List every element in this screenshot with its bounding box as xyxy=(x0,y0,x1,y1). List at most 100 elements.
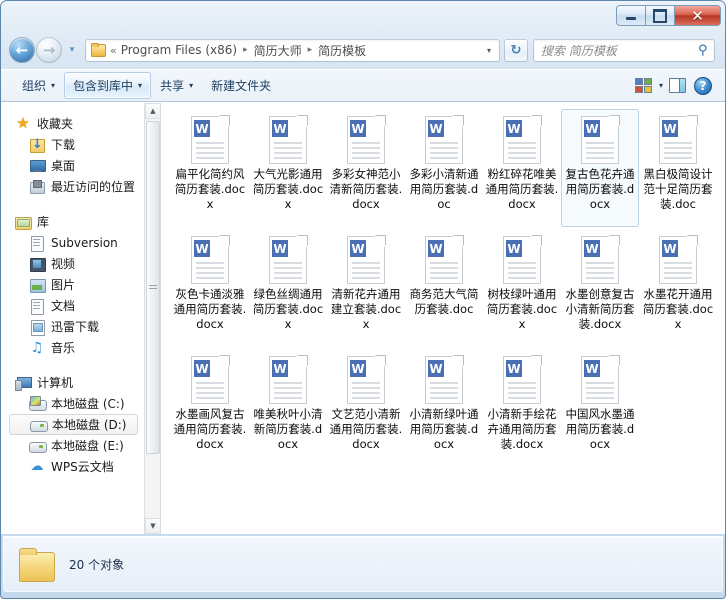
toolbar-right-group: ▾ ? xyxy=(633,74,717,98)
navigation-pane-scrollbar[interactable]: ▲ ▼ xyxy=(144,103,160,534)
toolbar-share-button[interactable]: 共享 ▾ xyxy=(151,72,202,99)
nav-group-computer: 计算机 本地磁盘 (C:) 本地磁盘 (D:) 本地磁盘 (E:) ☁ WPS云… xyxy=(1,372,144,477)
sidebar-item-desktop[interactable]: 桌面 xyxy=(1,155,144,176)
scrollbar-thumb[interactable] xyxy=(146,121,160,454)
sidebar-item-label: 收藏夹 xyxy=(37,117,74,131)
desktop-icon xyxy=(29,158,46,174)
file-item[interactable]: W 水墨画风复古通用简历套装.docx xyxy=(171,349,249,467)
refresh-button[interactable]: ↻ xyxy=(504,38,528,62)
file-name-label: 水墨画风复古通用简历套装.docx xyxy=(173,407,247,451)
sidebar-item-subversion[interactable]: Subversion xyxy=(1,232,144,253)
file-name-label: 文艺范小清新通用简历套装.docx xyxy=(329,407,403,451)
file-item[interactable]: W 粉红碎花唯美通用简历套装.docx xyxy=(483,109,561,227)
sidebar-item-pictures[interactable]: 图片 xyxy=(1,274,144,295)
breadcrumb-item-2[interactable]: 简历模板 xyxy=(317,41,367,60)
sidebar-item-videos[interactable]: 视频 xyxy=(1,253,144,274)
file-item[interactable]: W 清新花卉通用建立套装.docx xyxy=(327,229,405,347)
file-item[interactable]: W 商务范大气简历套装.doc xyxy=(405,229,483,347)
maximize-button[interactable] xyxy=(645,5,674,26)
sidebar-item-drive-c[interactable]: 本地磁盘 (C:) xyxy=(1,393,144,414)
sidebar-item-downloads[interactable]: 下载 xyxy=(1,134,144,155)
chevron-down-icon[interactable]: ▾ xyxy=(659,81,663,90)
file-item[interactable]: W 多彩女神范小清新简历套装.docx xyxy=(327,109,405,227)
file-item[interactable]: W 中国风水墨通用简历套装.docx xyxy=(561,349,639,467)
status-bar: 20 个对象 xyxy=(3,536,723,592)
word-file-icon: W xyxy=(191,115,230,164)
chevron-down-icon[interactable]: ▾ xyxy=(481,46,497,55)
toolbar-new-folder-button[interactable]: 新建文件夹 xyxy=(202,72,280,99)
nav-arrow-group: ← → ▾ xyxy=(9,37,79,63)
file-name-label: 商务范大气简历套装.doc xyxy=(409,287,479,316)
title-bar: ✕ xyxy=(1,1,725,31)
breadcrumb-separator-0[interactable]: ▸ xyxy=(238,45,253,55)
preview-pane-button[interactable] xyxy=(665,74,689,98)
recent-pages-dropdown-icon[interactable]: ▾ xyxy=(65,45,79,55)
sidebar-item-label: Subversion xyxy=(51,235,118,250)
breadcrumb-separator-1[interactable]: ▸ xyxy=(303,45,318,55)
help-button[interactable]: ? xyxy=(691,74,715,98)
sidebar-item-label: WPS云文档 xyxy=(51,460,114,474)
drive-c-icon xyxy=(29,395,47,412)
music-icon: ♫ xyxy=(30,339,44,356)
sidebar-item-recent-places[interactable]: 最近访问的位置 xyxy=(1,176,144,197)
file-name-label: 黑白极简设计范十足简历套装.doc xyxy=(643,167,713,211)
sidebar-item-documents[interactable]: 文档 xyxy=(1,295,144,316)
file-name-label: 多彩小清新通用简历套装.doc xyxy=(409,167,479,211)
search-icon: ⚲ xyxy=(698,42,708,58)
word-file-icon: W xyxy=(347,355,386,404)
file-item[interactable]: W 水墨创意复古小清新简历套装.docx xyxy=(561,229,639,347)
file-item[interactable]: W 绿色丝绸通用简历套装.docx xyxy=(249,229,327,347)
scroll-up-button[interactable]: ▲ xyxy=(145,103,160,119)
breadcrumb-item-0[interactable]: Program Files (x86) xyxy=(120,42,238,58)
search-box[interactable]: 搜索 简历模板 ⚲ xyxy=(533,38,715,62)
close-button[interactable]: ✕ xyxy=(674,5,721,26)
word-file-icon: W xyxy=(191,355,230,404)
file-item[interactable]: W 灰色卡通淡雅通用简历套装.docx xyxy=(171,229,249,347)
sidebar-item-libraries[interactable]: 库 xyxy=(1,211,144,232)
word-file-icon: W xyxy=(191,235,230,284)
sidebar-item-label: 本地磁盘 (E:) xyxy=(51,439,124,453)
file-item[interactable]: W 黑白极简设计范十足简历套装.doc xyxy=(639,109,717,227)
sidebar-item-drive-e[interactable]: 本地磁盘 (E:) xyxy=(1,435,144,456)
search-input[interactable]: 搜索 简历模板 xyxy=(541,42,696,59)
sidebar-item-label: 本地磁盘 (D:) xyxy=(52,418,127,432)
breadcrumb-overflow-icon[interactable]: « xyxy=(109,44,120,57)
file-item[interactable]: W 复古色花卉通用简历套装.docx xyxy=(561,109,639,227)
file-item[interactable]: W 小清新绿叶通用简历套装.docx xyxy=(405,349,483,467)
file-item[interactable]: W 扁平化简约风简历套装.docx xyxy=(171,109,249,227)
sidebar-item-drive-d[interactable]: 本地磁盘 (D:) xyxy=(9,414,138,435)
back-button[interactable]: ← xyxy=(9,37,35,63)
file-grid: W 扁平化简约风简历套装.docx W 大气光影通用简历套装.docx W 多彩女神范小清… xyxy=(169,109,725,469)
navigation-bar: ← → ▾ « Program Files (x86) ▸ 简历大师 ▸ 简历模… xyxy=(1,31,725,69)
toolbar-organize-button[interactable]: 组织 ▾ xyxy=(13,72,64,99)
word-file-icon: W xyxy=(503,115,542,164)
toolbar-include-in-library-label: 包含到库中 xyxy=(73,79,134,93)
word-file-icon: W xyxy=(503,235,542,284)
address-bar[interactable]: « Program Files (x86) ▸ 简历大师 ▸ 简历模板 ▾ xyxy=(85,38,500,62)
sidebar-item-wps-cloud[interactable]: ☁ WPS云文档 xyxy=(1,456,144,477)
file-item[interactable]: W 文艺范小清新通用简历套装.docx xyxy=(327,349,405,467)
file-item[interactable]: W 唯美秋叶小清新简历套装.docx xyxy=(249,349,327,467)
file-item[interactable]: W 多彩小清新通用简历套装.doc xyxy=(405,109,483,227)
breadcrumb-item-1[interactable]: 简历大师 xyxy=(253,41,303,60)
word-file-icon: W xyxy=(347,115,386,164)
sidebar-item-music[interactable]: ♫ 音乐 xyxy=(1,337,144,358)
minimize-button[interactable] xyxy=(616,5,645,26)
file-item[interactable]: W 树枝绿叶通用简历套装.docx xyxy=(483,229,561,347)
forward-button[interactable]: → xyxy=(36,37,62,63)
caption-buttons: ✕ xyxy=(616,5,721,26)
file-item[interactable]: W 水墨花开通用简历套装.docx xyxy=(639,229,717,347)
scroll-down-button[interactable]: ▼ xyxy=(145,518,160,534)
sidebar-item-label: 本地磁盘 (C:) xyxy=(51,397,125,411)
sidebar-item-xunlei-downloads[interactable]: 迅雷下载 xyxy=(1,316,144,337)
navigation-tree: ★ 收藏夹 下载 桌面 最近访问的位置 xyxy=(1,113,160,477)
sidebar-item-computer[interactable]: 计算机 xyxy=(1,372,144,393)
file-list-pane[interactable]: W 扁平化简约风简历套装.docx W 大气光影通用简历套装.docx W 多彩女神范小清… xyxy=(161,103,725,534)
file-name-label: 树枝绿叶通用简历套装.docx xyxy=(486,287,558,331)
file-item[interactable]: W 小清新手绘花卉通用简历套装.docx xyxy=(483,349,561,467)
toolbar-include-in-library-button[interactable]: 包含到库中 ▾ xyxy=(64,72,152,99)
sidebar-item-favorites[interactable]: ★ 收藏夹 xyxy=(1,113,144,134)
file-item[interactable]: W 大气光影通用简历套装.docx xyxy=(249,109,327,227)
view-options-button[interactable] xyxy=(633,74,657,98)
computer-icon xyxy=(15,375,32,391)
